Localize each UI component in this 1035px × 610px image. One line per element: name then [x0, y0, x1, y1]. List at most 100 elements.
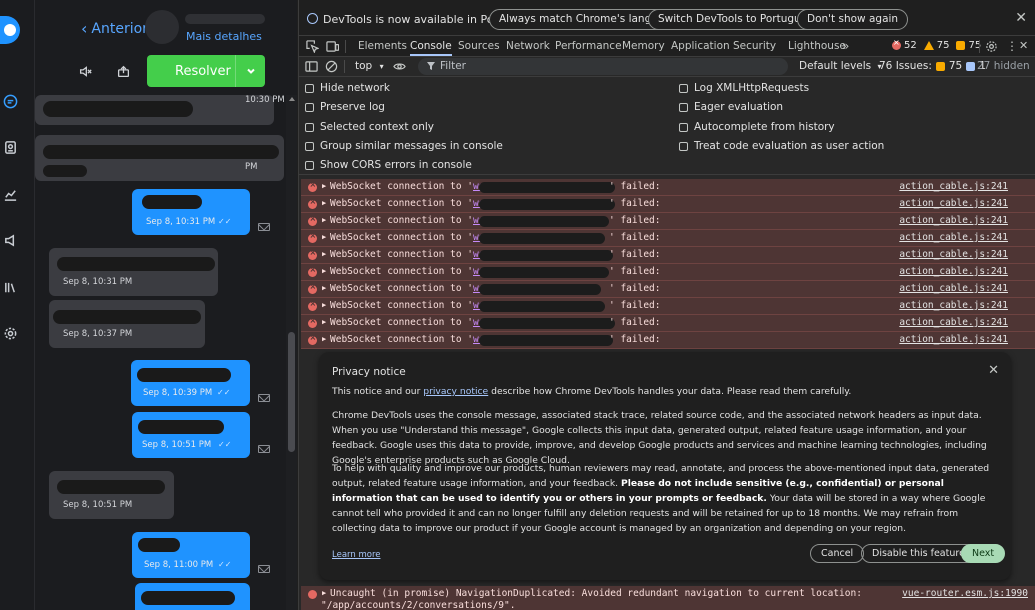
app-logo-icon[interactable]: [0, 16, 20, 44]
close-icon[interactable]: ✕: [1015, 10, 1027, 26]
tab-lighthouse[interactable]: Lighthouse: [788, 36, 846, 56]
websocket-error-row[interactable]: ▶ WebSocket connection to 'wss:/ ' failed:…: [301, 179, 1035, 196]
expand-caret-icon[interactable]: ▶: [322, 199, 326, 207]
tab-memory[interactable]: Memory: [622, 36, 665, 56]
sidebar-toggle-icon[interactable]: [305, 60, 318, 73]
tab-console[interactable]: Console: [410, 36, 452, 56]
expand-caret-icon[interactable]: ▶: [322, 250, 326, 258]
resolve-button[interactable]: Resolver: [147, 55, 265, 87]
clear-console-icon[interactable]: [325, 60, 338, 73]
websocket-error-row[interactable]: ▶ WebSocket connection to 'wss:/ ' failed:…: [301, 315, 1035, 332]
console-settings-panel: Hide network Preserve log Selected conte…: [299, 77, 1035, 175]
autocomplete-checkbox[interactable]: Autocomplete from history: [679, 121, 835, 133]
error-message: WebSocket connection to 'wss:/: [330, 317, 502, 328]
websocket-error-row[interactable]: ▶ WebSocket connection to 'wss:/ ' failed:…: [301, 298, 1035, 315]
error-counter[interactable]: 52 75 75: [892, 38, 981, 51]
expand-caret-icon[interactable]: ▶: [322, 216, 326, 224]
navigation-duplicated-error[interactable]: ▶ Uncaught (in promise) NavigationDuplic…: [301, 586, 1035, 610]
context-selector[interactable]: top ▾: [355, 60, 384, 72]
expand-caret-icon[interactable]: ▶: [322, 318, 326, 326]
websocket-error-row[interactable]: ▶ WebSocket connection to 'wss:/ ' failed:…: [301, 213, 1035, 230]
reports-icon[interactable]: [1, 185, 19, 203]
error-source-link[interactable]: action_cable.js:241: [899, 266, 1008, 277]
library-icon[interactable]: [1, 278, 19, 296]
tab-performance[interactable]: Performance: [555, 36, 622, 56]
expand-caret-icon[interactable]: ▶: [322, 182, 326, 190]
redacted-url: [479, 182, 615, 193]
error-source-link[interactable]: action_cable.js:241: [899, 300, 1008, 311]
warning-icon: [923, 41, 934, 50]
settings-icon[interactable]: [1, 324, 19, 342]
device-toolbar-icon[interactable]: [326, 40, 340, 53]
error-source-link[interactable]: action_cable.js:241: [899, 181, 1008, 192]
error-source-link[interactable]: action_cable.js:241: [899, 283, 1008, 294]
expand-caret-icon[interactable]: ▶: [322, 589, 326, 597]
contacts-icon[interactable]: [1, 138, 19, 156]
show-cors-errors-checkbox[interactable]: Show CORS errors in console: [305, 159, 472, 171]
resolve-dropdown[interactable]: [235, 55, 265, 87]
eager-evaluation-checkbox[interactable]: Eager evaluation: [679, 101, 783, 113]
error-source-link[interactable]: vue-router.esm.js:1990: [902, 588, 1028, 599]
kebab-menu-icon[interactable]: ⋮: [1006, 36, 1018, 56]
error-source-link[interactable]: action_cable.js:241: [899, 334, 1008, 345]
conversations-icon[interactable]: [1, 92, 19, 110]
mute-icon[interactable]: [76, 63, 94, 79]
preserve-log-checkbox[interactable]: Preserve log: [305, 101, 385, 113]
websocket-error-row[interactable]: ▶ WebSocket connection to 'wss:/ ' failed:…: [301, 230, 1035, 247]
issues-counter[interactable]: 76 Issues: 75 1: [879, 60, 986, 72]
expand-caret-icon[interactable]: ▶: [322, 335, 326, 343]
log-xhr-checkbox[interactable]: Log XMLHttpRequests: [679, 82, 809, 94]
message-time: Sep 8, 10:31 PM: [146, 217, 216, 227]
websocket-error-row[interactable]: ▶ WebSocket connection to 'wss:/ ' failed:…: [301, 281, 1035, 298]
console-output[interactable]: ▶ WebSocket connection to 'wss:/ ' failed:…: [299, 176, 1035, 610]
expand-caret-icon[interactable]: ▶: [322, 267, 326, 275]
websocket-error-row[interactable]: ▶ WebSocket connection to 'wss:/ ' failed:…: [301, 247, 1035, 264]
tab-sources[interactable]: Sources: [458, 36, 500, 56]
websocket-error-row[interactable]: ▶ WebSocket connection to 'wss:/ ' failed:…: [301, 332, 1035, 349]
tab-elements[interactable]: Elements: [358, 36, 407, 56]
close-icon[interactable]: ✕: [988, 363, 999, 378]
scroll-up-arrow-icon[interactable]: [289, 97, 295, 101]
treat-user-action-checkbox[interactable]: Treat code evaluation as user action: [679, 140, 884, 152]
privacy-notice-dialog: Privacy notice ✕ This notice and our pri…: [319, 352, 1011, 580]
error-source-link[interactable]: action_cable.js:241: [899, 198, 1008, 209]
error-source-link[interactable]: action_cable.js:241: [899, 215, 1008, 226]
back-button[interactable]: ‹ Anterior: [81, 19, 148, 38]
error-source-link[interactable]: action_cable.js:241: [899, 249, 1008, 260]
cancel-button[interactable]: Cancel: [810, 544, 865, 563]
learn-more-link[interactable]: Learn more: [332, 550, 380, 560]
inspect-element-icon[interactable]: [306, 40, 320, 54]
log-levels-dropdown[interactable]: Default levels ▾: [799, 60, 882, 72]
more-details-link[interactable]: Mais detalhes: [186, 30, 262, 43]
hide-network-checkbox[interactable]: Hide network: [305, 82, 390, 94]
privacy-notice-link[interactable]: privacy notice: [423, 386, 488, 397]
group-similar-checkbox[interactable]: Group similar messages in console: [305, 140, 503, 152]
error-icon: [308, 214, 317, 226]
share-icon[interactable]: [114, 63, 132, 79]
chat-app: ‹ Anterior Mais detalhes Resolver 10:30 …: [0, 0, 297, 610]
websocket-error-row[interactable]: ▶ WebSocket connection to 'wss:/ ' failed:…: [301, 264, 1035, 281]
error-icon: [892, 38, 901, 50]
expand-caret-icon[interactable]: ▶: [322, 233, 326, 241]
selected-context-checkbox[interactable]: Selected context only: [305, 121, 434, 133]
more-tabs-icon[interactable]: »: [842, 36, 849, 56]
tab-network[interactable]: Network: [506, 36, 550, 56]
campaigns-icon[interactable]: [1, 231, 19, 249]
live-expression-eye-icon[interactable]: [393, 60, 406, 73]
disable-feature-button[interactable]: Disable this feature: [861, 544, 976, 563]
error-source-link[interactable]: action_cable.js:241: [899, 232, 1008, 243]
tab-security[interactable]: Security: [733, 36, 776, 56]
error-source-link[interactable]: action_cable.js:241: [899, 317, 1008, 328]
expand-caret-icon[interactable]: ▶: [322, 284, 326, 292]
message-list[interactable]: 10:30 PM PM Sep 8, 10:31 PM ✓✓ Sep 8, 10…: [35, 95, 285, 610]
dont-show-again-button[interactable]: Don't show again: [797, 9, 909, 30]
close-devtools-icon[interactable]: ✕: [1019, 36, 1028, 56]
scrollbar-thumb[interactable]: [288, 332, 295, 452]
next-button[interactable]: Next: [961, 544, 1006, 563]
websocket-error-row[interactable]: ▶ WebSocket connection to 'wss:/ ' failed:…: [301, 196, 1035, 213]
filter-input[interactable]: Filter: [418, 58, 788, 75]
tab-application[interactable]: Application: [671, 36, 730, 56]
expand-caret-icon[interactable]: ▶: [322, 301, 326, 309]
gear-icon[interactable]: [985, 40, 998, 53]
chat-scrollbar[interactable]: [286, 95, 297, 610]
